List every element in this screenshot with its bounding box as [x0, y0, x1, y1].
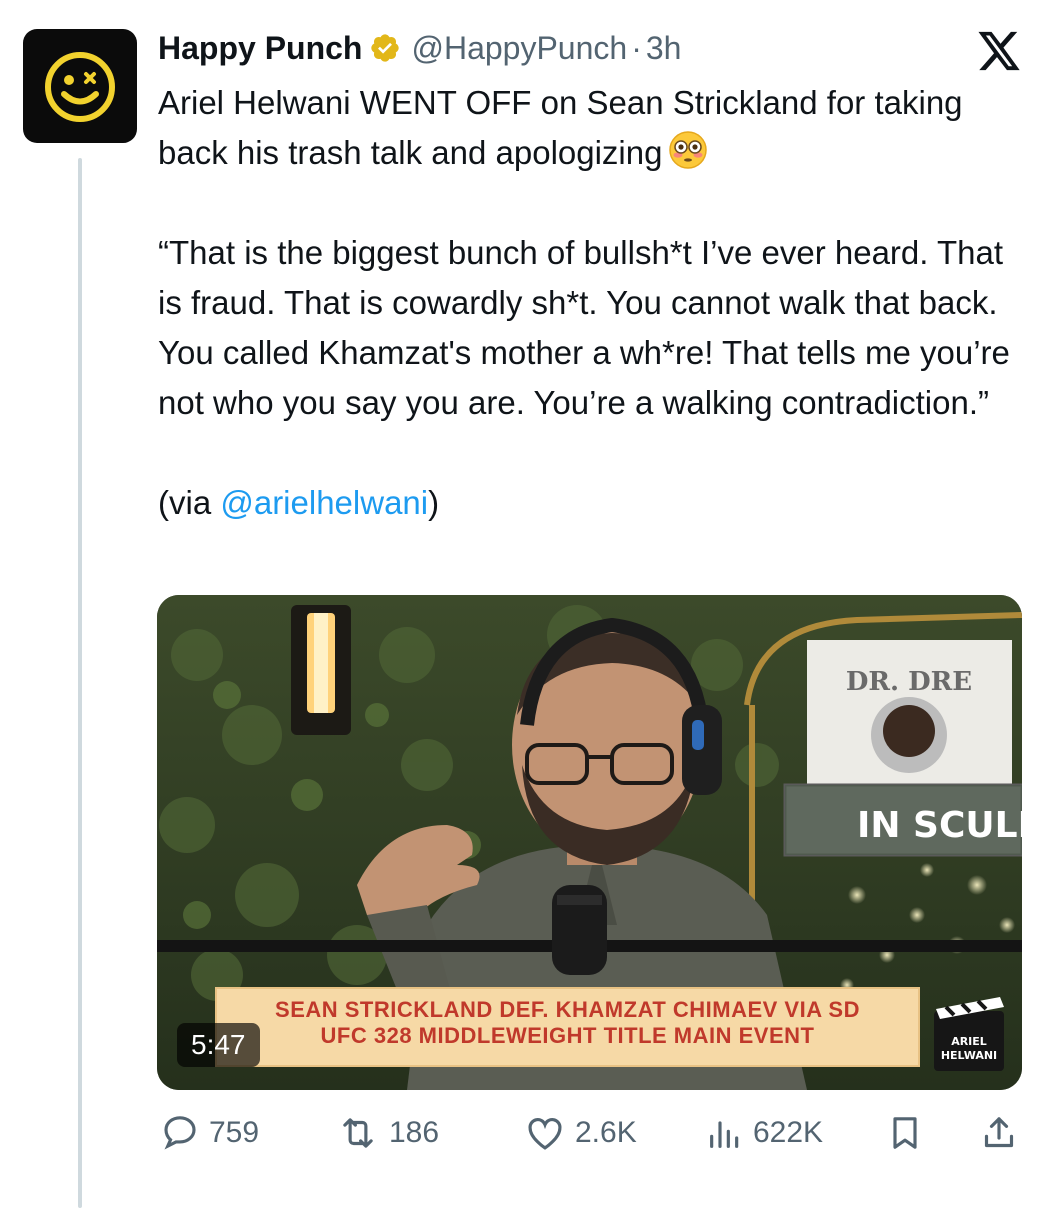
views-icon — [710, 1121, 739, 1148]
avatar[interactable] — [23, 29, 137, 143]
author-name[interactable]: Happy Punch — [158, 30, 362, 67]
show-logo-icon: ARIEL HELWANI — [932, 993, 1012, 1073]
tweet-text: Ariel Helwani WENT OFF on Sean Stricklan… — [158, 78, 1018, 528]
thread-line — [78, 158, 82, 1208]
tweet-headline: Ariel Helwani WENT OFF on Sean Stricklan… — [158, 78, 1018, 178]
banner-line-1: SEAN STRICKLAND DEF. KHAMZAT CHIMAEV VIA… — [275, 997, 860, 1022]
share-button[interactable] — [979, 1110, 1027, 1156]
bookmark-icon — [893, 1117, 917, 1149]
views-count: 622K — [753, 1116, 824, 1149]
via-prefix: (via — [158, 484, 221, 521]
repost-button[interactable]: 186 — [335, 1110, 439, 1156]
views-button[interactable]: 622K — [705, 1110, 823, 1156]
like-icon — [528, 1118, 562, 1150]
banner-line-2: UFC 328 MIDDLEWEIGHT TITLE MAIN EVENT — [320, 1023, 815, 1048]
video-player[interactable]: DR. DRE IN SCULLY — [157, 595, 1022, 1090]
reply-button[interactable]: 759 — [159, 1110, 259, 1156]
svg-text:HELWANI: HELWANI — [941, 1049, 997, 1062]
bookmark-button[interactable] — [885, 1110, 933, 1156]
tweet-actions: 759 186 2.6K 622K — [157, 1110, 1027, 1156]
timestamp[interactable]: 3h — [646, 30, 682, 67]
reply-icon — [164, 1116, 196, 1150]
share-icon — [984, 1117, 1014, 1148]
poster-title-text: DR. DRE — [846, 667, 972, 697]
headline-text: Ariel Helwani WENT OFF on Sean Stricklan… — [158, 84, 963, 171]
reply-count: 759 — [209, 1116, 260, 1149]
repost-count: 186 — [389, 1116, 440, 1149]
tweet-header: Happy Punch @HappyPunch · 3h — [158, 26, 681, 70]
lower-third-banner: SEAN STRICKLAND DEF. KHAMZAT CHIMAEV VIA… — [215, 987, 920, 1067]
mention-link[interactable]: @arielhelwani — [220, 484, 428, 521]
author-handle[interactable]: @HappyPunch — [411, 30, 627, 67]
flushed-emoji-icon — [668, 130, 708, 170]
tweet-via: (via @arielhelwani) — [158, 478, 1018, 528]
video-duration-badge: 5:47 — [177, 1023, 260, 1067]
svg-text:ARIEL: ARIEL — [951, 1035, 987, 1048]
separator-dot: · — [631, 29, 642, 66]
sign-text: IN SCULLY — [857, 805, 1022, 846]
happy-face-icon — [45, 52, 115, 122]
like-button[interactable]: 2.6K — [523, 1110, 637, 1156]
repost-icon — [343, 1118, 373, 1148]
like-count: 2.6K — [575, 1116, 637, 1149]
x-logo-icon[interactable] — [976, 30, 1022, 77]
tweet-quote: “That is the biggest bunch of bullsh*t I… — [158, 234, 1010, 421]
verified-badge-icon — [369, 32, 401, 64]
via-suffix: ) — [428, 484, 440, 521]
